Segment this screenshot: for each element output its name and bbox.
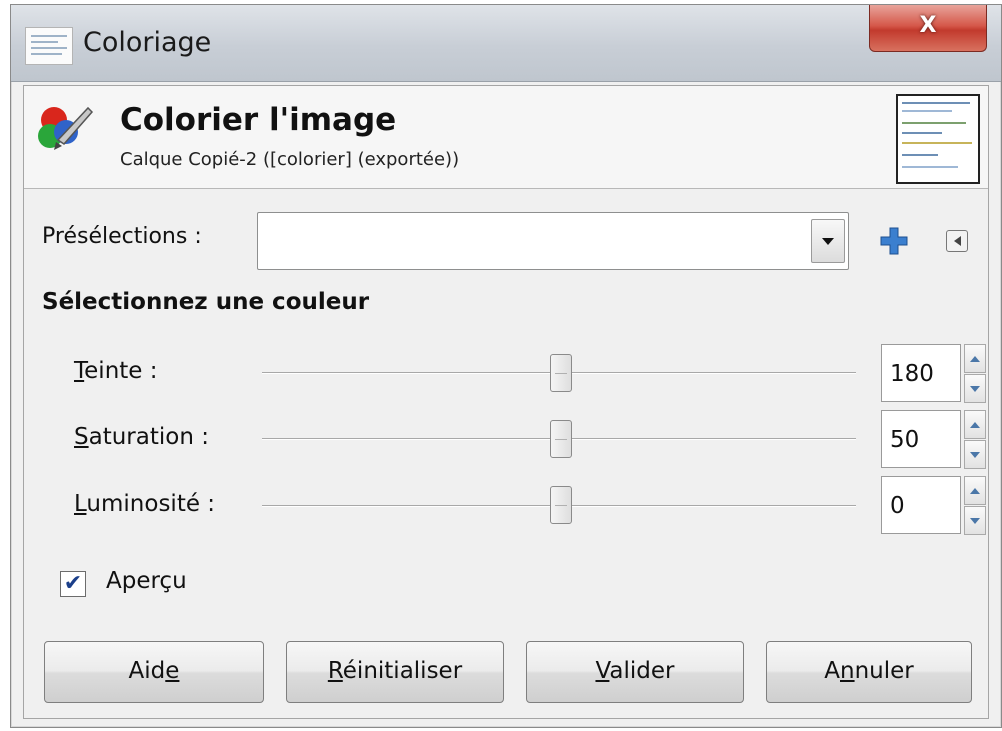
saturation-mnemonic: S [74,424,89,450]
spin-up-icon[interactable] [964,344,986,373]
presets-label: Présélections : [42,224,202,249]
lightness-input[interactable]: 0 [881,476,961,534]
dialog-body: Colorier l'image Calque Copié-2 ([colori… [23,85,989,719]
spin-up-icon[interactable] [964,476,986,505]
hue-mnemonic: T [74,358,85,384]
hue-label-text: einte : [84,358,158,384]
spin-down-icon[interactable] [964,440,986,469]
saturation-input[interactable]: 50 [881,410,961,468]
cancel-button[interactable]: Annuler [766,641,972,703]
reset-mnemonic: R [327,658,343,684]
lightness-slider-thumb[interactable] [550,486,572,524]
saturation-spinner [964,410,986,469]
hue-slider-thumb[interactable] [550,354,572,392]
preview-label[interactable]: Aperçu [106,568,187,594]
dialog-header: Colorier l'image Calque Copié-2 ([colori… [24,86,988,189]
plus-icon[interactable] [879,226,909,256]
section-heading: Sélectionnez une couleur [42,289,370,315]
ok-button[interactable]: Valider [526,641,744,703]
cancel-post: nuler [854,658,914,684]
saturation-label-text: aturation : [88,424,209,450]
close-button[interactable]: X [869,5,987,52]
lightness-label: Luminosité : [74,491,215,517]
reset-button[interactable]: Réinitialiser [286,641,504,703]
presets-dropdown[interactable] [257,212,849,270]
spin-up-icon[interactable] [964,410,986,439]
reset-post: éinitialiser [342,658,463,684]
window-title: Coloriage [83,27,212,58]
hue-spinner [964,344,986,403]
image-thumbnail [896,94,980,184]
lightness-mnemonic: L [74,491,87,517]
chevron-down-icon[interactable] [811,219,845,263]
spin-down-icon[interactable] [964,374,986,403]
preview-checkbox[interactable]: ✔ [60,571,86,597]
help-mnemonic: e [165,658,180,684]
spin-down-icon[interactable] [964,506,986,535]
layer-subtitle: Calque Copié-2 ([colorier] (exportée)) [120,149,460,170]
hue-label: Teinte : [74,358,158,384]
title-bar[interactable]: Coloriage X [11,5,1001,82]
document-icon [25,27,73,65]
lightness-spinner [964,476,986,535]
dialog-title: Colorier l'image [120,102,397,138]
colorize-icon [38,106,94,150]
cancel-pre: A [824,658,840,684]
help-button[interactable]: Aide [44,641,264,703]
lightness-label-text: uminosité : [86,491,216,517]
dialog-window: Coloriage X Colorier l'image Calque Copi… [10,4,1002,728]
ok-mnemonic: V [595,658,610,684]
menu-arrow-icon[interactable] [946,230,968,252]
cancel-mnemonic: n [840,658,855,684]
help-pre: Aid [128,658,166,684]
saturation-slider-thumb[interactable] [550,420,572,458]
ok-post: alider [609,658,675,684]
saturation-label: Saturation : [74,424,209,450]
hue-input[interactable]: 180 [881,344,961,402]
